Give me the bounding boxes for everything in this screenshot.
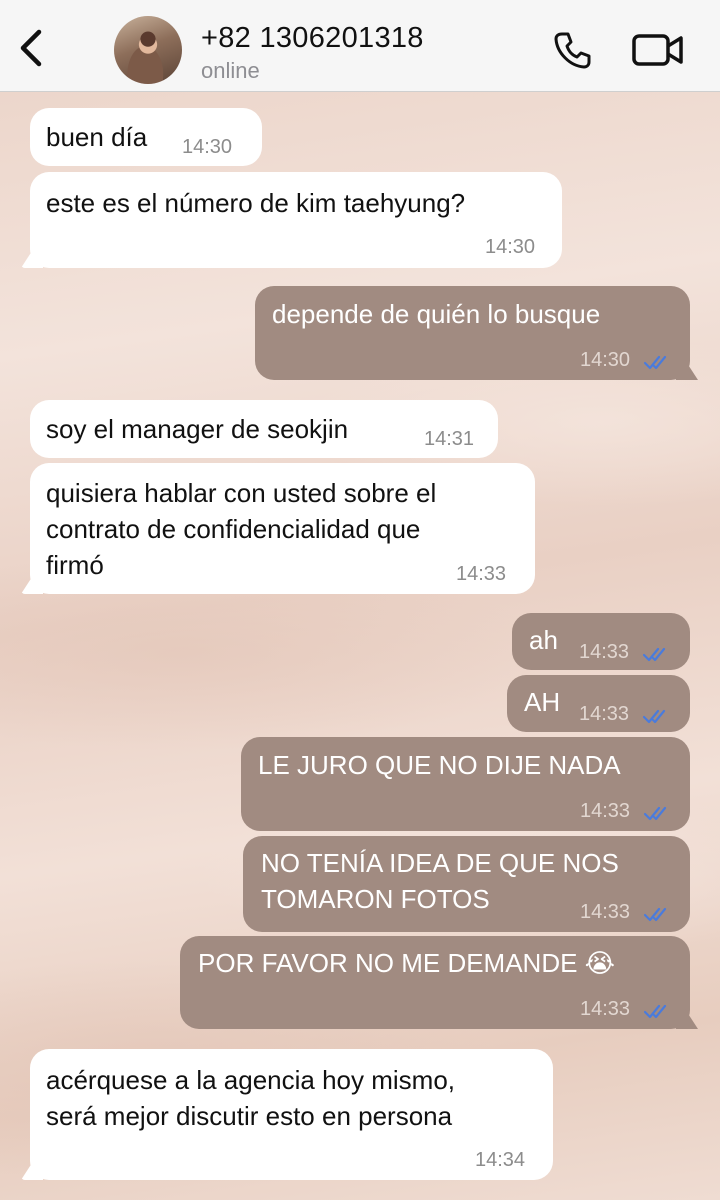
outgoing-message-bubble[interactable]: ah 14:33 xyxy=(512,613,690,670)
double-check-icon xyxy=(642,698,671,724)
message-timestamp: 14:33 xyxy=(456,563,507,585)
contact-name[interactable]: +82 1306201318 xyxy=(201,22,424,55)
message-timestamp: 14:33 xyxy=(580,998,631,1020)
message-text: soy el manager de seokjin xyxy=(46,414,349,444)
message-text: NO TENÍA IDEA DE QUE NOS TOMARON FOTOS xyxy=(261,848,619,914)
double-check-icon xyxy=(642,636,671,662)
outgoing-message-bubble[interactable]: LE JURO QUE NO DIJE NADA 14:33 xyxy=(241,737,690,831)
message-text: POR FAVOR NO ME DEMANDE 😭 xyxy=(198,948,616,978)
message-timestamp: 14:33 xyxy=(580,800,631,822)
message-timestamp: 14:30 xyxy=(182,136,233,158)
message-text: quisiera hablar con usted sobre el contr… xyxy=(46,478,437,580)
outgoing-message-bubble[interactable]: POR FAVOR NO ME DEMANDE 😭 14:33 xyxy=(180,936,698,1029)
phone-icon[interactable] xyxy=(553,30,593,70)
outgoing-message-bubble[interactable]: AH 14:33 xyxy=(507,675,690,732)
message-timestamp: 14:30 xyxy=(580,349,631,371)
incoming-message-bubble[interactable]: este es el número de kim taehyung? 14:30 xyxy=(21,172,562,268)
message-timestamp: 14:31 xyxy=(424,428,475,450)
incoming-message-bubble[interactable]: acérquese a la agencia hoy mismo, será m… xyxy=(21,1049,553,1180)
double-check-icon xyxy=(643,993,672,1019)
video-camera-icon[interactable] xyxy=(632,32,684,68)
message-text: este es el número de kim taehyung? xyxy=(46,188,466,218)
double-check-icon xyxy=(643,344,672,370)
message-timestamp: 14:34 xyxy=(475,1149,526,1171)
message-text: depende de quién lo busque xyxy=(272,299,601,329)
message-text: LE JURO QUE NO DIJE NADA xyxy=(258,750,621,780)
incoming-message-bubble[interactable]: buen día 14:30 xyxy=(30,108,262,166)
outgoing-message-bubble[interactable]: depende de quién lo busque 14:30 xyxy=(255,286,698,380)
outgoing-message-bubble[interactable]: NO TENÍA IDEA DE QUE NOS TOMARON FOTOS 14… xyxy=(243,836,690,932)
contact-status: online xyxy=(201,58,260,83)
message-timestamp: 14:33 xyxy=(580,901,631,923)
message-timestamp: 14:33 xyxy=(579,641,630,663)
double-check-icon xyxy=(643,795,672,821)
message-timestamp: 14:33 xyxy=(579,703,630,725)
incoming-message-bubble[interactable]: soy el manager de seokjin 14:31 xyxy=(30,400,498,458)
double-check-icon xyxy=(643,896,672,922)
contact-avatar[interactable] xyxy=(114,16,182,84)
chat-header: +82 1306201318 online xyxy=(0,0,720,92)
back-chevron-icon[interactable] xyxy=(14,26,50,70)
message-timestamp: 14:30 xyxy=(485,236,536,258)
message-text: acérquese a la agencia hoy mismo, será m… xyxy=(46,1065,456,1131)
message-text: AH xyxy=(524,687,561,717)
message-text: ah xyxy=(529,625,558,655)
message-text: buen día xyxy=(46,122,148,152)
incoming-message-bubble[interactable]: quisiera hablar con usted sobre el contr… xyxy=(21,463,535,594)
